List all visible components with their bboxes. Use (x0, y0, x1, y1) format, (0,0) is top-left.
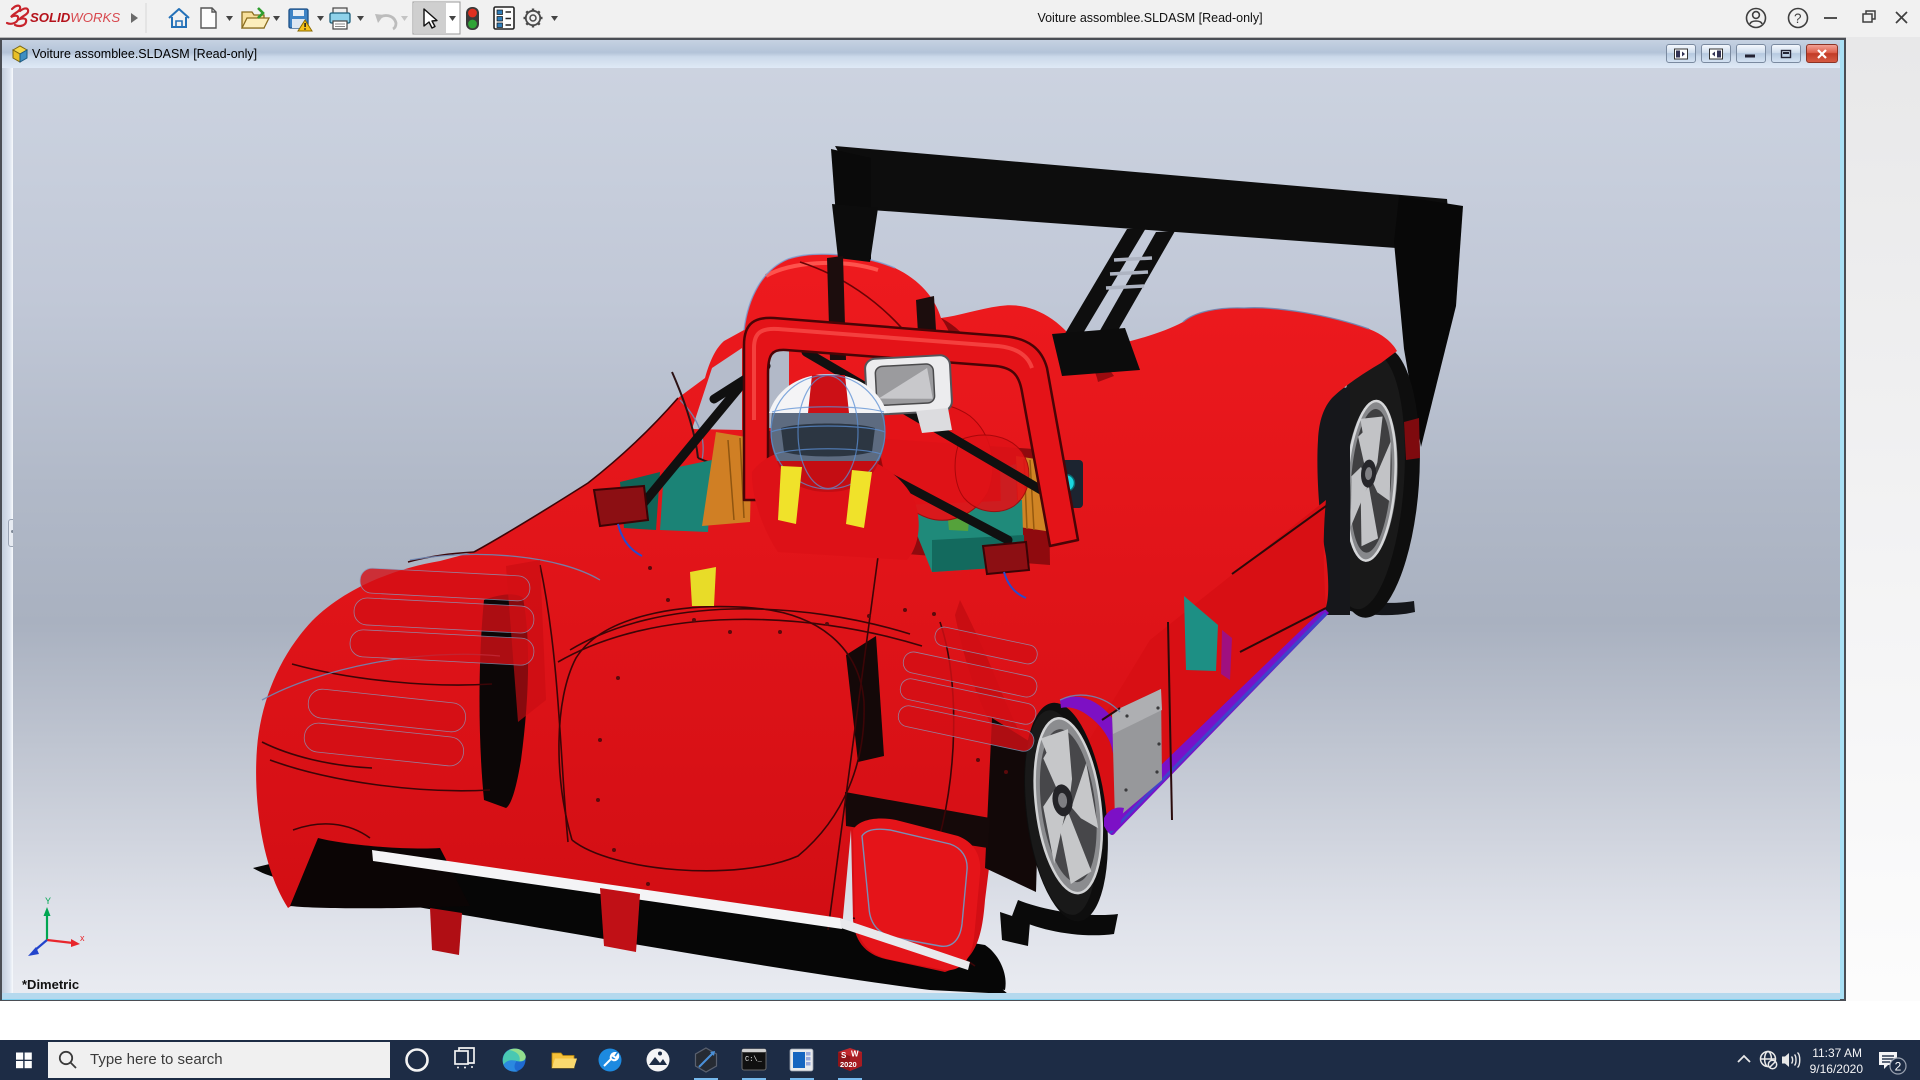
svg-text:2020: 2020 (840, 1060, 857, 1069)
svg-text:SOLIDWORKS: SOLIDWORKS (30, 10, 120, 25)
svg-text:2: 2 (1895, 1060, 1902, 1074)
svg-text:9/16/2020: 9/16/2020 (1810, 1062, 1864, 1076)
svg-text:W: W (851, 1050, 859, 1059)
svg-text:x: x (80, 933, 85, 943)
svg-text:11:37 AM: 11:37 AM (1812, 1046, 1862, 1060)
svg-text:?: ? (1794, 11, 1802, 26)
svg-text:C:\_: C:\_ (745, 1056, 763, 1064)
svg-text:S: S (841, 1051, 847, 1060)
svg-text:Y: Y (45, 896, 51, 906)
